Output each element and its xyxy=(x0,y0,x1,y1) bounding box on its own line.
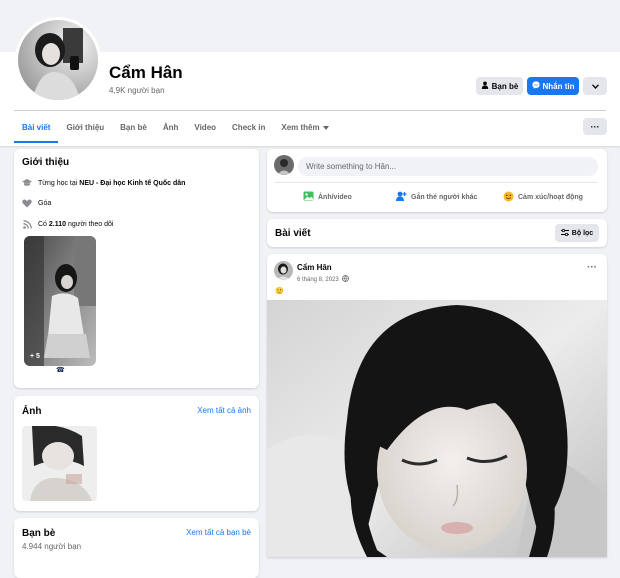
messenger-icon xyxy=(531,81,540,91)
friend-count[interactable]: 4,9K người bạn xyxy=(109,86,165,95)
see-all-friends-link[interactable]: Xem tất cả bạn bè xyxy=(186,528,251,537)
friends-card-count: 4.944 người bạn xyxy=(22,542,82,551)
globe-icon xyxy=(341,275,349,284)
featured-more-count: + 5 xyxy=(30,353,40,360)
intro-education: Từng học tại NEU - Đại học Kinh tế Quốc … xyxy=(22,179,185,187)
friends-card: Bạn bè Xem tất cả bạn bè 4.944 người bạn xyxy=(14,518,259,578)
tab-photos[interactable]: Ảnh xyxy=(155,111,187,143)
friends-card-title: Bạn bè xyxy=(22,528,56,539)
photo-icon xyxy=(303,191,314,203)
tab-more[interactable]: Xem thêm xyxy=(273,111,336,143)
profile-tabs: Bài viết Giới thiệu Bạn bè Ảnh Video Che… xyxy=(14,111,337,143)
tag-people-button[interactable]: Gắn thẻ người khác xyxy=(396,191,477,203)
posts-title: Bài viết xyxy=(275,228,311,239)
featured-photo[interactable]: + 5 xyxy=(24,236,96,366)
friends-button[interactable]: Bạn bè xyxy=(476,77,523,95)
person-icon xyxy=(481,81,489,91)
post-image[interactable] xyxy=(267,300,607,557)
tab-friends[interactable]: Bạn bè xyxy=(112,111,155,143)
intro-card: Giới thiệu Từng học tại NEU - Đại học Ki… xyxy=(14,149,259,388)
intro-relationship: Góa xyxy=(22,199,51,208)
composer-divider xyxy=(275,182,598,183)
see-all-photos-link[interactable]: Xem tất cả ảnh xyxy=(197,406,251,415)
school-link[interactable]: NEU - Đại học Kinh tế Quốc dân xyxy=(79,180,185,187)
tab-checkins[interactable]: Check in xyxy=(224,111,273,143)
post-composer: Write something to Hân... Ảnh/video Gắn … xyxy=(267,149,607,212)
message-button[interactable]: Nhắn tin xyxy=(527,77,579,95)
photo-video-button[interactable]: Ảnh/video xyxy=(303,191,352,203)
tab-about[interactable]: Giới thiệu xyxy=(58,111,112,143)
rss-icon xyxy=(22,220,32,229)
post-options-icon[interactable]: ··· xyxy=(587,262,597,273)
tabs-overflow-button[interactable]: ··· xyxy=(583,118,607,135)
featured-collection-icon[interactable]: ☎ xyxy=(56,366,65,374)
sliders-icon xyxy=(560,228,569,238)
post-author-name[interactable]: Cẩm Hân xyxy=(297,263,332,272)
user-avatar[interactable] xyxy=(274,155,294,175)
composer-input[interactable]: Write something to Hân... xyxy=(298,157,598,176)
photos-title: Ảnh xyxy=(22,406,42,417)
post-date[interactable]: 6 tháng 8, 2023 xyxy=(297,275,349,284)
post-card: Cẩm Hân 6 tháng 8, 2023 ··· 🙂 xyxy=(267,254,607,557)
more-actions-button[interactable] xyxy=(583,77,607,95)
heart-icon xyxy=(22,199,32,208)
chevron-down-icon xyxy=(591,82,599,91)
tag-people-icon xyxy=(396,191,407,203)
photo-thumbnail[interactable] xyxy=(22,426,97,501)
friends-button-label: Bạn bè xyxy=(491,81,519,91)
intro-title: Giới thiệu xyxy=(22,157,70,168)
smiley-icon xyxy=(503,191,514,204)
graduation-cap-icon xyxy=(22,179,32,187)
post-author-avatar[interactable] xyxy=(274,261,293,280)
intro-followers: Có 2.110 người theo dõi xyxy=(22,220,113,229)
profile-avatar[interactable] xyxy=(15,17,101,103)
ellipsis-icon: ··· xyxy=(590,121,600,132)
profile-name: Cẩm Hân xyxy=(109,63,183,82)
filter-button[interactable]: Bộ lọc xyxy=(555,224,599,242)
caret-down-icon xyxy=(322,123,329,132)
profile-header: Cẩm Hân 4,9K người bạn Bạn bè Nhắn tin B… xyxy=(0,0,620,146)
tab-posts[interactable]: Bài viết xyxy=(14,111,59,143)
post-text: 🙂 xyxy=(275,288,284,295)
posts-header: Bài viết Bộ lọc xyxy=(267,219,607,247)
message-button-label: Nhắn tin xyxy=(542,81,575,91)
followers-count[interactable]: 2.110 xyxy=(49,221,66,228)
tab-videos[interactable]: Video xyxy=(186,111,224,143)
photos-card: Ảnh Xem tất cả ảnh xyxy=(14,396,259,511)
feeling-activity-button[interactable]: Cảm xúc/hoạt động xyxy=(503,191,583,204)
